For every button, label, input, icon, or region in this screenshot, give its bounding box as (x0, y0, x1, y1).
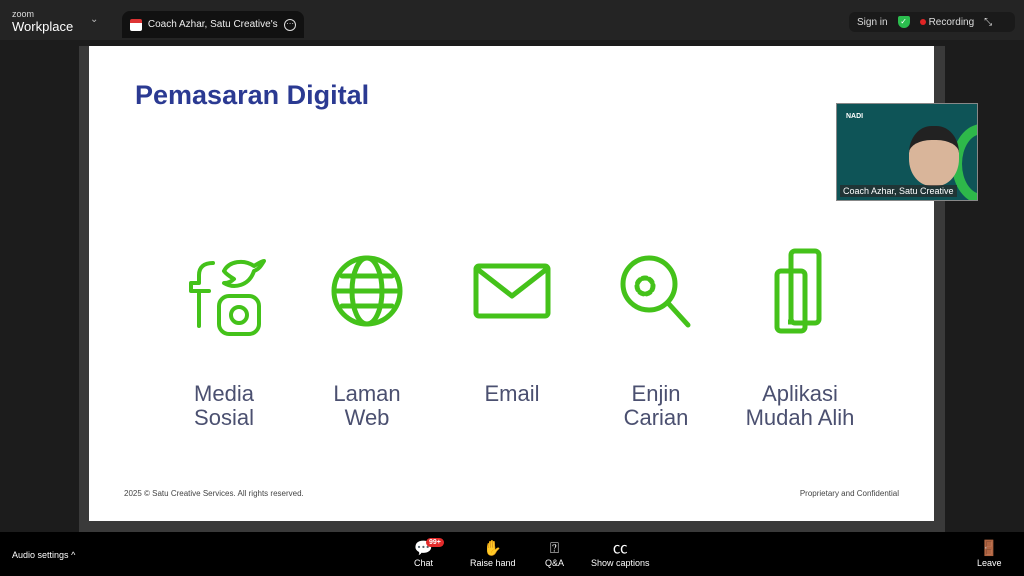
brand-large: Workplace (12, 19, 74, 34)
hand-icon: ✋ (483, 540, 503, 557)
social-media-icon (189, 259, 266, 336)
item-enjin-carian: Enjin Carian (581, 246, 731, 430)
item-email: Email (437, 246, 587, 406)
chat-button[interactable]: 💬 99+ Chat (414, 538, 444, 568)
more-icon[interactable]: ··· (284, 18, 296, 31)
shared-slide: Pemasaran Digital Media Sosial Laman Web E… (89, 46, 934, 521)
item-media-sosial: Media Sosial (149, 246, 299, 430)
audio-settings-button[interactable]: Audio settings ^ (12, 550, 75, 560)
item-label-line1: Email (484, 381, 540, 406)
participant-image (909, 126, 959, 186)
slide-title: Pemasaran Digital (135, 80, 370, 110)
mobile-devices-icon (774, 248, 822, 334)
recording-indicator[interactable]: Recording (919, 16, 975, 28)
cc-icon: ㏄ (612, 540, 628, 557)
item-aplikasi: Aplikasi Mudah Alih (725, 246, 875, 430)
top-bar: zoom Workplace ⌄ Coach Azhar, Satu Creati… (0, 0, 1024, 40)
leave-door-icon: 🚪 (979, 540, 999, 557)
app-logo: zoom Workplace (12, 10, 73, 35)
search-gear-icon (620, 255, 691, 328)
nadi-logo: NADI (846, 113, 864, 120)
record-dot-icon (919, 18, 926, 25)
top-right-controls: Sign in ✓ Recording ⤡ (849, 12, 1015, 32)
captions-button[interactable]: ㏄ Show captions (591, 540, 650, 568)
item-label-line2: Sosial (194, 405, 254, 430)
captions-label: Show captions (591, 558, 650, 568)
chevron-down-icon[interactable]: ⌄ (90, 14, 98, 25)
chat-label: Chat (414, 558, 434, 568)
item-laman-web: Laman Web (292, 246, 442, 430)
exit-fullscreen-icon[interactable]: ⤡ (984, 17, 992, 28)
chat-badge: 99+ (426, 538, 444, 547)
recording-label: Recording (928, 16, 975, 28)
item-label-line2: Web (344, 405, 390, 430)
chevron-up-icon[interactable]: ^ (71, 550, 75, 560)
tab-title: Coach Azhar, Satu Creative's screen (147, 19, 278, 30)
envelope-icon (473, 263, 551, 319)
participant-name: Coach Azhar, Satu Creative (840, 185, 957, 197)
meeting-toolbar: Audio settings ^ 💬 99+ Chat ✋ Raise hand ⍰ Q… (0, 532, 1024, 576)
raise-hand-label: Raise hand (470, 558, 516, 568)
brand-small: zoom (12, 9, 35, 19)
footer-confidential: Proprietary and Confidential (799, 489, 899, 498)
leave-button[interactable]: 🚪 Leave (977, 540, 1002, 568)
raise-hand-button[interactable]: ✋ Raise hand (470, 540, 516, 568)
share-screen-icon (130, 18, 142, 31)
participant-video[interactable]: NADI Coach Azhar, Satu Creative (836, 103, 978, 201)
item-label-line2: Mudah Alih (745, 405, 855, 430)
globe-icon (331, 255, 403, 327)
qa-label: Q&A (545, 558, 565, 568)
leave-label: Leave (977, 558, 1002, 568)
qa-button[interactable]: ⍰ Q&A (545, 540, 564, 568)
question-icon: ⍰ (550, 540, 560, 557)
item-label-line1: Media (194, 381, 254, 406)
footer-copyright: 2025 © Satu Creative Services. All right… (124, 489, 304, 498)
audio-settings-label: Audio settings (12, 550, 69, 560)
meeting-tab[interactable]: Coach Azhar, Satu Creative's screen ··· (122, 11, 304, 38)
item-label-line1: Enjin (631, 381, 681, 406)
sign-in-button[interactable]: Sign in (857, 17, 888, 28)
item-label-line2: Carian (623, 405, 689, 430)
shield-check-icon[interactable]: ✓ (897, 16, 910, 28)
item-label-line1: Laman (333, 381, 401, 406)
item-label-line1: Aplikasi (762, 381, 838, 406)
